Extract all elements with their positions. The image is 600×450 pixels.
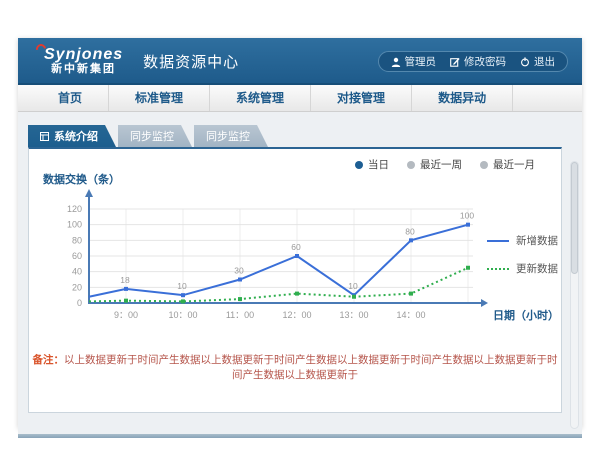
legend-line-icon [487,240,509,242]
svg-text:14：00: 14：00 [396,310,425,320]
content-area: 系统介绍 同步监控 同步监控 当日 最近一周 最近一月 数据交换（条） 0 20 40 60 8… [18,125,582,434]
svg-text:30: 30 [234,266,244,276]
tab-label: 系统介绍 [54,128,98,144]
nav-item-system[interactable]: 系统管理 [210,85,311,111]
svg-text:40: 40 [72,267,82,277]
svg-text:18: 18 [120,275,130,285]
change-password-button[interactable]: 修改密码 [450,54,506,69]
svg-text:11：00: 11：00 [226,310,254,320]
radio-dot-icon [480,161,488,169]
tab-system-intro[interactable]: 系统介绍 [28,125,116,147]
range-filters: 当日 最近一周 最近一月 [355,157,535,172]
svg-text:13：00: 13：00 [339,310,368,320]
footnote-label: 备注： [33,354,65,366]
svg-text:20: 20 [72,282,82,292]
tab-sync-monitor-1[interactable]: 同步监控 [118,125,192,147]
tab-label: 同步监控 [206,128,250,144]
user-account[interactable]: 管理员 [391,54,437,69]
user-menu: 管理员 修改密码 退出 [378,51,569,72]
svg-text:60: 60 [291,242,301,252]
chart-panel: 当日 最近一周 最近一月 数据交换（条） 0 20 40 60 80 100 120 9：00 10… [28,147,562,413]
tab-label: 同步监控 [130,128,174,144]
legend-label: 更新数据 [516,261,558,276]
svg-text:12：00: 12：00 [282,310,311,320]
legend-label: 新增数据 [516,233,558,248]
nav-item-integration[interactable]: 对接管理 [311,85,412,111]
tab-bar: 系统介绍 同步监控 同步监控 [28,125,582,147]
vertical-scrollbar[interactable] [570,161,579,429]
legend-line-icon [487,268,509,270]
y-axis-title: 数据交换（条） [43,171,120,187]
svg-text:0: 0 [77,298,82,308]
filter-last-month[interactable]: 最近一月 [480,157,535,172]
filter-today[interactable]: 当日 [355,157,389,172]
window-bottom-edge [18,434,582,438]
scrollbar-thumb[interactable] [571,162,578,274]
user-icon [391,57,401,67]
svg-text:9：00: 9：00 [114,310,138,320]
svg-text:80: 80 [405,226,415,236]
filter-label: 当日 [368,157,389,172]
svg-text:60: 60 [72,251,82,261]
nav-item-data-change[interactable]: 数据异动 [412,85,513,111]
footnote-text: 以上数据更新于时间产生数据以上数据更新于时间产生数据以上数据更新于时间产生数据以… [64,354,558,381]
radio-dot-icon [355,161,363,169]
edit-icon [450,57,460,67]
main-nav: 首页标准管理系统管理对接管理数据异动 [18,85,582,112]
logout-label: 退出 [534,54,555,69]
power-icon [520,57,530,67]
filter-label: 最近一月 [493,157,535,172]
app-header: Synjones 新中新集团 数据资源中心 管理员 修改密码 [18,38,582,85]
logout-button[interactable]: 退出 [520,54,555,69]
nav-item-standards[interactable]: 标准管理 [109,85,210,111]
footnote: 备注：以上数据更新于时间产生数据以上数据更新于时间产生数据以上数据更新于时间产生… [29,352,561,382]
svg-text:10: 10 [177,281,187,291]
svg-text:10: 10 [348,281,358,291]
legend-update-data[interactable]: 更新数据 [487,261,558,276]
svg-text:100: 100 [460,211,474,221]
app-window: Synjones 新中新集团 数据资源中心 管理员 修改密码 [18,38,582,428]
filter-label: 最近一周 [420,157,462,172]
change-password-label: 修改密码 [464,54,506,69]
document-grid-icon [40,132,49,141]
svg-text:120: 120 [67,204,82,214]
line-chart: 0 20 40 60 80 100 120 9：00 10：00 11：00 12：00 13：00 1… [29,187,561,327]
legend-new-data[interactable]: 新增数据 [487,233,558,248]
svg-text:80: 80 [72,235,82,245]
user-name: 管理员 [405,54,437,69]
logo-text-en: Synjones [44,47,123,63]
series-legend: 新增数据更新数据 [487,233,558,276]
svg-text:10：00: 10：00 [168,310,197,320]
tab-sync-monitor-2[interactable]: 同步监控 [194,125,268,147]
filter-last-week[interactable]: 最近一周 [407,157,462,172]
logo-text-cn: 新中新集团 [44,63,123,75]
svg-text:日期（小时）: 日期（小时） [493,308,559,322]
radio-dot-icon [407,161,415,169]
nav-item-home[interactable]: 首页 [32,85,109,111]
app-logo[interactable]: Synjones 新中新集团 [44,47,123,75]
page-title: 数据资源中心 [143,49,239,72]
svg-text:100: 100 [67,220,82,230]
